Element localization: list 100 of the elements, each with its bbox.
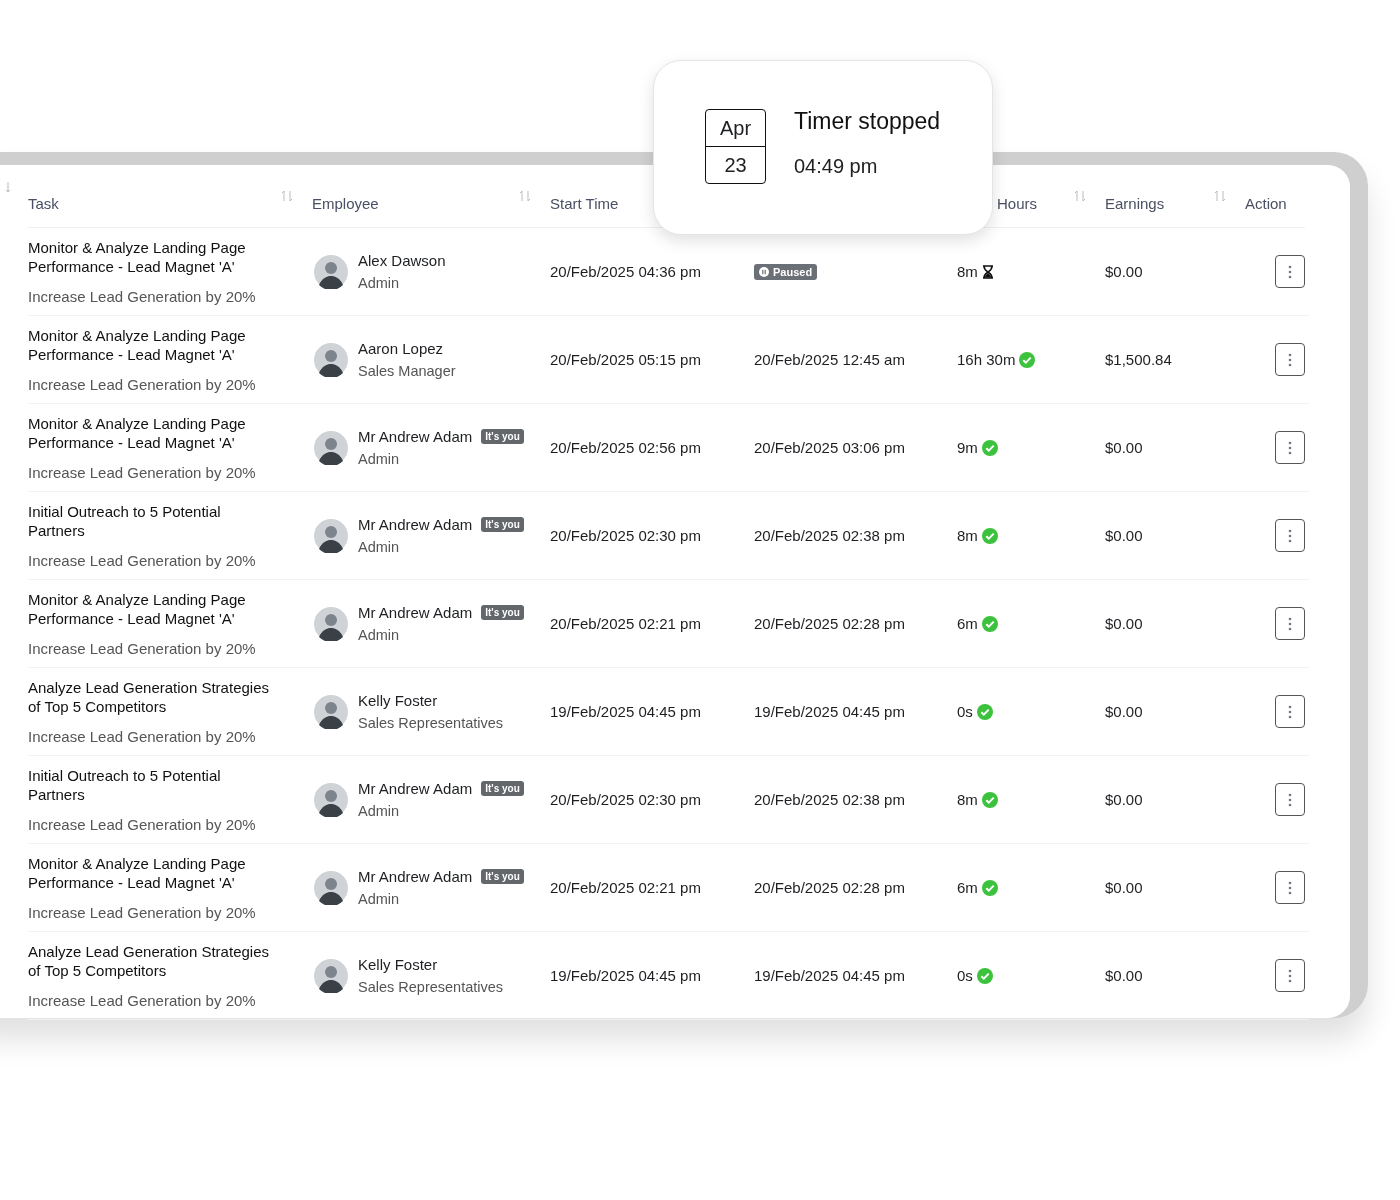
employee-name: Mr Andrew Adam: [358, 868, 473, 885]
more-button[interactable]: [1275, 519, 1305, 552]
task-title: Initial Outreach to 5 Potential Partners: [28, 502, 222, 540]
hours-value: 0s: [957, 967, 973, 984]
toast-title: Timer stopped: [794, 107, 941, 135]
employee-role: Admin: [358, 451, 400, 467]
start-time: 19/Feb/2025 04:45 pm: [550, 966, 701, 984]
avatar: [314, 430, 348, 465]
task-title: Monitor & Analyze Landing Page Performance - Lead Magnet 'A': [28, 590, 247, 628]
earnings-value: $1,500.84: [1105, 350, 1172, 368]
avatar: [314, 606, 348, 641]
employee-name: Mr Andrew Adam: [358, 428, 473, 445]
end-time: 20/Feb/2025 12:45 am: [754, 350, 905, 368]
end-time: 20/Feb/2025 02:28 pm: [754, 878, 905, 896]
start-time: 20/Feb/2025 02:21 pm: [550, 878, 701, 896]
end-time: 20/Feb/2025 02:28 pm: [754, 614, 905, 632]
employee-role: Admin: [358, 275, 400, 291]
earnings-value: $0.00: [1105, 438, 1143, 456]
earnings-value: $0.00: [1105, 790, 1143, 808]
task-title: Analyze Lead Generation Strategies of Top 5 Competitors: [28, 942, 270, 980]
calendar-day: 23: [706, 147, 765, 183]
you-badge: It's you: [481, 605, 524, 620]
hours-value: 0s: [957, 703, 973, 720]
task-goal: Increase Lead Generation by 20%: [28, 552, 257, 569]
employee-name: Mr Andrew Adam: [358, 780, 473, 797]
employee-role: Admin: [358, 627, 400, 643]
kebab-menu-icon: [1288, 264, 1292, 279]
avatar: [314, 782, 348, 817]
start-time: 20/Feb/2025 05:15 pm: [550, 350, 701, 368]
avatar: [314, 694, 348, 729]
kebab-menu-icon: [1288, 528, 1292, 543]
column-header: Task: [28, 194, 59, 212]
hours-value: 8m: [957, 263, 978, 280]
kebab-menu-icon: [1288, 704, 1292, 719]
task-title: Monitor & Analyze Landing Page Performance - Lead Magnet 'A': [28, 414, 247, 452]
employee-role: Sales Representatives: [358, 715, 504, 731]
avatar: [314, 254, 348, 289]
hours-value: 9m: [957, 439, 978, 456]
hours-value: 8m: [957, 791, 978, 808]
task-goal: Increase Lead Generation by 20%: [28, 288, 257, 305]
employee-name: Mr Andrew Adam: [358, 516, 473, 533]
task-title: Monitor & Analyze Landing Page Performance - Lead Magnet 'A': [28, 326, 247, 364]
column-header: Employee: [312, 194, 379, 212]
end-time: 19/Feb/2025 04:45 pm: [754, 966, 905, 984]
start-time: 19/Feb/2025 04:45 pm: [550, 702, 701, 720]
earnings-value: $0.00: [1105, 262, 1143, 280]
task-goal: Increase Lead Generation by 20%: [28, 376, 257, 393]
task-goal: Increase Lead Generation by 20%: [28, 904, 257, 921]
more-button[interactable]: [1275, 255, 1305, 288]
avatar: [314, 958, 348, 993]
column-header: Hours: [997, 194, 1037, 212]
employee-role: Admin: [358, 803, 400, 819]
employee-role: Sales Representatives: [358, 979, 504, 995]
task-title: Monitor & Analyze Landing Page Performance - Lead Magnet 'A': [28, 854, 247, 892]
employee-role: Admin: [358, 891, 400, 907]
hours-value: 6m: [957, 615, 978, 632]
more-button[interactable]: [1275, 871, 1305, 904]
earnings-value: $0.00: [1105, 526, 1143, 544]
calendar-month: Apr: [706, 110, 765, 147]
you-badge: It's you: [481, 869, 524, 884]
employee-name: Alex Dawson: [358, 252, 446, 269]
task-goal: Increase Lead Generation by 20%: [28, 992, 257, 1009]
start-time: 20/Feb/2025 02:21 pm: [550, 614, 701, 632]
more-button[interactable]: [1275, 343, 1305, 376]
avatar: [314, 518, 348, 553]
employee-name: Aaron Lopez: [358, 340, 444, 357]
task-goal: Increase Lead Generation by 20%: [28, 640, 257, 657]
hours-value: 16h 30m: [957, 351, 1016, 368]
end-time: 19/Feb/2025 04:45 pm: [754, 702, 905, 720]
more-button[interactable]: [1275, 695, 1305, 728]
start-time: 20/Feb/2025 02:56 pm: [550, 438, 701, 456]
start-time: 20/Feb/2025 02:30 pm: [550, 526, 701, 544]
employee-role: Sales Manager: [358, 363, 456, 379]
hours-value: 6m: [957, 879, 978, 896]
more-button[interactable]: [1275, 431, 1305, 464]
paused-badge: Paused: [754, 263, 818, 280]
more-button[interactable]: [1275, 959, 1305, 992]
you-badge: It's you: [481, 517, 524, 532]
hours-value: 8m: [957, 527, 978, 544]
more-button[interactable]: [1275, 607, 1305, 640]
earnings-value: $0.00: [1105, 878, 1143, 896]
task-title: Analyze Lead Generation Strategies of Top 5 Competitors: [28, 678, 270, 716]
start-time: 20/Feb/2025 04:36 pm: [550, 262, 701, 280]
task-goal: Increase Lead Generation by 20%: [28, 816, 257, 833]
end-time: 20/Feb/2025 02:38 pm: [754, 526, 905, 544]
kebab-menu-icon: [1288, 792, 1292, 807]
avatar: [314, 342, 348, 377]
employee-role: Admin: [358, 539, 400, 555]
earnings-value: $0.00: [1105, 614, 1143, 632]
employee-name: Kelly Foster: [358, 692, 438, 709]
task-title: Initial Outreach to 5 Potential Partners: [28, 766, 222, 804]
task-goal: Increase Lead Generation by 20%: [28, 728, 257, 745]
kebab-menu-icon: [1288, 968, 1292, 983]
end-time: 20/Feb/2025 02:38 pm: [754, 790, 905, 808]
earnings-value: $0.00: [1105, 966, 1143, 984]
more-button[interactable]: [1275, 783, 1305, 816]
kebab-menu-icon: [1288, 616, 1292, 631]
column-header: Action: [1245, 194, 1287, 212]
column-header: Earnings: [1105, 194, 1165, 212]
toast-time: 04:49 pm: [794, 154, 879, 178]
